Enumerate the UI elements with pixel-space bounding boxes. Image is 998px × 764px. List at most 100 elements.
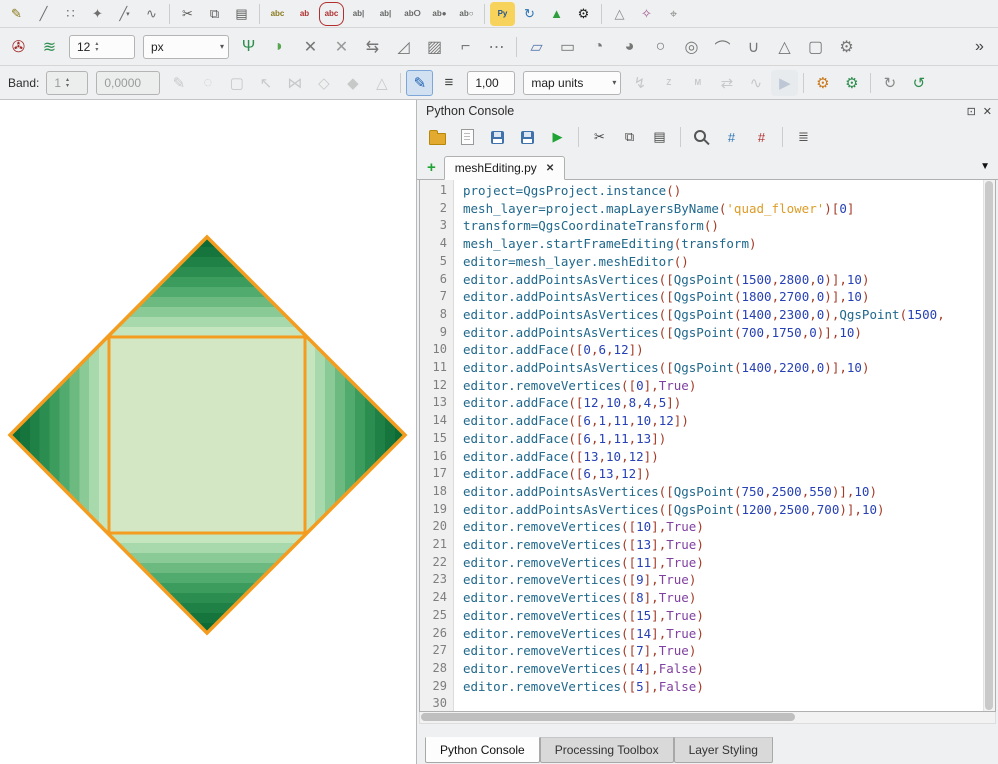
toolbar-extend-icon[interactable]: » (965, 32, 994, 61)
close-tab-icon[interactable]: ✕ (546, 163, 554, 174)
band-spinner[interactable]: 1 ▴▾ (46, 71, 88, 95)
band-spinner-arrows-icon[interactable]: ▴▾ (66, 77, 69, 89)
shape-arc-icon[interactable]: ⌒ (708, 32, 737, 61)
refresh-icon[interactable]: ↻ (517, 2, 542, 26)
toggle-editing-icon[interactable]: ✎ (4, 2, 29, 26)
network-nodes-icon[interactable]: ⌖ (661, 2, 686, 26)
trim-extend-icon[interactable]: ⌐ (451, 32, 480, 61)
vertical-scrollbar-thumb[interactable] (985, 181, 993, 710)
dock-tab-processing-toolbox[interactable]: Processing Toolbox (540, 737, 674, 763)
code-line[interactable]: editor.addFace([6,1,11,13]) (463, 430, 983, 448)
units-dropdown-px[interactable]: px ▾ (143, 35, 229, 59)
run-script-icon[interactable]: ▶ (545, 125, 570, 150)
code-line[interactable]: editor.addPointsAsVertices([QgsPoint(750… (463, 483, 983, 501)
shape-annulus-icon[interactable]: ◎ (677, 32, 706, 61)
paste-icon[interactable]: ▤ (647, 125, 672, 150)
reshape-icon[interactable]: ▨ (420, 32, 449, 61)
reload-icon[interactable]: ↻ (876, 70, 903, 96)
label-abc-icon[interactable]: abc (265, 2, 290, 26)
map-units-dropdown[interactable]: map units ▾ (523, 71, 621, 95)
decorations-icon[interactable]: ≋ (35, 32, 64, 61)
curve-tool-icon[interactable]: ∿ (139, 2, 164, 26)
cut-icon[interactable]: ✂ (587, 125, 612, 150)
check-geometry-icon[interactable]: △ (607, 2, 632, 26)
code-line[interactable]: editor.removeVertices([4],False) (463, 660, 983, 678)
label-gray1-icon[interactable]: ab| (346, 2, 371, 26)
code-line[interactable]: editor.removeVertices([15],True) (463, 607, 983, 625)
open-script-icon[interactable] (425, 125, 450, 150)
label-gray2-icon[interactable]: ab| (373, 2, 398, 26)
add-record-icon[interactable]: ∷ (58, 2, 83, 26)
float-panel-icon[interactable]: ⊡ (967, 105, 976, 118)
code-line[interactable]: editor.addPointsAsVertices([QgsPoint(700… (463, 324, 983, 342)
copy-icon[interactable]: ⧉ (617, 125, 642, 150)
code-line[interactable]: editor.removeVertices([0],True) (463, 377, 983, 395)
digitize-line-icon[interactable]: ╱ (31, 2, 56, 26)
cut-features-icon[interactable]: ✂ (175, 2, 200, 26)
delete-selected-icon[interactable]: ✕ (296, 32, 325, 61)
mesh-digitize-active-icon[interactable]: ✎ (406, 70, 433, 96)
topology-nodes-icon[interactable]: ✧ (634, 2, 659, 26)
more-tools-icon[interactable]: ⋯ (482, 32, 511, 61)
label-abc-pill-icon[interactable]: abc (319, 2, 344, 26)
shape-regular-polygon-icon[interactable]: △ (770, 32, 799, 61)
size-spinner[interactable]: 12 ▴▾ (69, 35, 135, 59)
comment-icon[interactable]: # (719, 125, 744, 150)
shape-circle-2pt-icon[interactable]: ◔ (584, 32, 613, 61)
plugin-icon[interactable]: ⚙ (571, 2, 596, 26)
find-text-icon[interactable] (689, 125, 714, 150)
horizontal-scrollbar[interactable] (419, 712, 996, 724)
code-line[interactable]: editor.removeVertices([14],True) (463, 625, 983, 643)
reverse-line-icon[interactable]: ⇆ (358, 32, 387, 61)
uncomment-icon[interactable]: # (749, 125, 774, 150)
code-line[interactable]: editor.removeVertices([9],True) (463, 571, 983, 589)
object-inspector-icon[interactable]: ≣ (791, 125, 816, 150)
code-line[interactable]: mesh_layer.startFrameEditing(transform) (463, 235, 983, 253)
elevation-profile-icon[interactable]: ▲ (544, 2, 569, 26)
code-line[interactable]: editor.removeVertices([13],True) (463, 536, 983, 554)
code-line[interactable]: editor.removeVertices([7],True) (463, 642, 983, 660)
offset-field[interactable]: 0,0000 (96, 71, 160, 95)
delete-part-icon[interactable]: ✕ (327, 32, 356, 61)
code-line[interactable]: editor.addPointsAsVertices([QgsPoint(140… (463, 359, 983, 377)
code-line[interactable]: editor.removeVertices([11],True) (463, 554, 983, 572)
tab-mesh-editing[interactable]: meshEditing.py ✕ (444, 156, 565, 180)
code-line[interactable]: editor.removeVertices([8],True) (463, 589, 983, 607)
shape-rectangle-icon[interactable]: ▭ (553, 32, 582, 61)
shape-polygon-icon[interactable]: ▱ (522, 32, 551, 61)
code-line[interactable]: editor.addPointsAsVertices([QgsPoint(120… (463, 501, 983, 519)
shape-ellipse-icon[interactable]: ○ (646, 32, 675, 61)
metasearch-icon[interactable]: ✇ (4, 32, 33, 61)
code-line[interactable]: editor.addFace([6,1,11,10,12]) (463, 412, 983, 430)
code-line[interactable]: mesh_layer=project.mapLayersByName('quad… (463, 200, 983, 218)
shape-circle-3pt-icon[interactable]: ◕ (615, 32, 644, 61)
width-field[interactable]: 1,00 (467, 71, 515, 95)
code-line[interactable]: editor.addFace([12,10,8,4,5]) (463, 394, 983, 412)
label-gray3-icon[interactable]: abⵔ (400, 2, 425, 26)
tab-list-icon[interactable]: ▼ (980, 161, 990, 172)
code-area[interactable]: project=QgsProject.instance()mesh_layer=… (454, 180, 983, 711)
paste-features-icon[interactable]: ▤ (229, 2, 254, 26)
map-canvas[interactable] (0, 100, 417, 764)
code-line[interactable]: editor=mesh_layer.meshEditor() (463, 253, 983, 271)
code-editor[interactable]: 1234567891011121314151617181920212223242… (419, 180, 996, 712)
code-line[interactable]: transform=QgsCoordinateTransform() (463, 217, 983, 235)
code-line[interactable]: editor.addPointsAsVertices([QgsPoint(180… (463, 288, 983, 306)
gear-plus-icon[interactable]: ⚙ (838, 70, 865, 96)
code-line[interactable]: editor.addFace([0,6,12]) (463, 341, 983, 359)
offset-curve-icon[interactable]: ◿ (389, 32, 418, 61)
vertical-scrollbar[interactable] (983, 180, 995, 711)
copy-features-icon[interactable]: ⧉ (202, 2, 227, 26)
code-line[interactable]: project=QgsProject.instance() (463, 182, 983, 200)
label-gray5-icon[interactable]: ab○ (454, 2, 479, 26)
open-in-editor-icon[interactable] (455, 125, 480, 150)
code-line[interactable]: editor.removeVertices([10],True) (463, 518, 983, 536)
fill-ring-icon[interactable]: ◗ (265, 32, 294, 61)
vertex-star-icon[interactable]: ✦ (85, 2, 110, 26)
force-menu-icon[interactable]: ≡ (435, 70, 462, 96)
code-line[interactable]: editor.addFace([13,10,12]) (463, 448, 983, 466)
python-console-icon[interactable]: Py (490, 2, 515, 26)
dock-tab-layer-styling[interactable]: Layer Styling (674, 737, 773, 763)
revert-icon[interactable]: ↺ (905, 70, 932, 96)
save-as-icon[interactable] (515, 125, 540, 150)
